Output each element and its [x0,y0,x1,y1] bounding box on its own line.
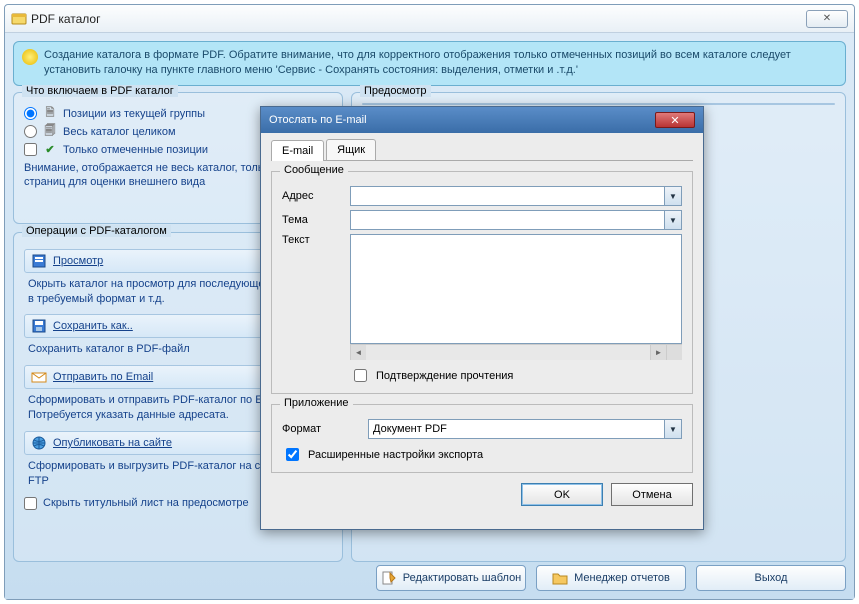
message-groupbox: Сообщение Адрес ▼ Тема ▼ Текст ◄► [271,171,693,394]
email-dialog-title-blur [375,114,424,126]
email-dialog-title: Отослать по E-mail [269,114,367,126]
address-input[interactable] [351,187,664,205]
bottom-buttons: Редактировать шаблон Менеджер отчетов Вы… [13,565,846,591]
check-icon: ✔ [43,143,57,157]
email-dialog-titlebar: Отослать по E-mail ✕ [261,107,703,133]
format-combo[interactable]: ▼ [368,419,682,439]
dropdown-arrow-icon[interactable]: ▼ [664,420,681,438]
ext-settings-label: Расширенные настройки экспорта [308,449,483,461]
edit-icon [381,570,397,586]
radio-whole-catalog-input[interactable] [24,125,37,138]
text-label: Текст [282,234,342,246]
address-label: Адрес [282,190,342,202]
radio-current-group-input[interactable] [24,107,37,120]
message-legend: Сообщение [280,164,348,176]
check-marked-only-label: Только отмеченные позиции [63,144,208,156]
globe-icon [31,435,47,451]
edit-template-label: Редактировать шаблон [403,572,522,584]
ext-settings-check[interactable]: Расширенные настройки экспорта [282,445,682,464]
message-textarea[interactable] [350,234,682,344]
op-save-label: Сохранить как.. [53,320,133,332]
save-icon [31,318,47,334]
hint-text: Создание каталога в формате PDF. Обратит… [44,48,837,79]
read-confirm-label: Подтверждение прочтения [376,370,513,382]
window-close-button[interactable]: ✕ [806,10,848,28]
op-publish-label: Опубликовать на сайте [53,437,172,449]
read-confirm-input[interactable] [354,369,367,382]
report-manager-button[interactable]: Менеджер отчетов [536,565,686,591]
read-confirm-check[interactable]: Подтверждение прочтения [350,366,682,385]
tab-email[interactable]: E-mail [271,140,324,161]
format-label: Формат [282,423,360,435]
email-dialog: Отослать по E-mail ✕ E-mail Ящик Сообщен… [260,106,704,530]
doc-icon: 🗎 [43,107,57,121]
attachment-legend: Приложение [280,397,353,409]
hide-title-label: Скрыть титульный лист на предосмотре [43,497,249,509]
preview-area: ат. Имеет иерархический [362,103,835,105]
subject-combo[interactable]: ▼ [350,210,682,230]
exit-label: Выход [755,572,788,584]
op-email-label: Отправить по Email [53,371,153,383]
dropdown-arrow-icon[interactable]: ▼ [664,211,681,229]
app-icon [11,11,27,27]
format-input[interactable] [369,420,664,438]
edit-template-button[interactable]: Редактировать шаблон [376,565,526,591]
window-title: PDF каталог [31,12,100,26]
ok-button[interactable]: OK [521,483,603,506]
email-dialog-body: E-mail Ящик Сообщение Адрес ▼ Тема ▼ Тек… [261,133,703,516]
titlebar: PDF каталог ✕ [5,5,854,33]
ext-settings-input[interactable] [286,448,299,461]
report-manager-label: Менеджер отчетов [574,572,670,584]
subject-label: Тема [282,214,342,226]
check-marked-only-input[interactable] [24,143,37,156]
view-icon [31,253,47,269]
hint-panel: Создание каталога в формате PDF. Обратит… [13,41,846,86]
address-row: Адрес ▼ [282,186,682,206]
hide-title-check-input[interactable] [24,497,37,510]
folder-icon [552,570,568,586]
dialog-buttons: OK Отмена [271,483,693,506]
bulb-icon [22,49,38,65]
format-row: Формат ▼ [282,419,682,439]
email-dialog-close-button[interactable]: ✕ [655,112,695,128]
dropdown-arrow-icon[interactable]: ▼ [664,187,681,205]
text-row: Текст ◄► [282,234,682,360]
doc-icon: 🗐 [43,125,57,139]
subject-row: Тема ▼ [282,210,682,230]
tab-mailbox[interactable]: Ящик [326,139,376,160]
mail-icon [31,369,47,385]
attachment-groupbox: Приложение Формат ▼ Расширенные настройк… [271,404,693,473]
textarea-horizontal-scrollbar[interactable]: ◄► [350,344,682,360]
exit-button[interactable]: Выход [696,565,846,591]
email-tabs: E-mail Ящик [271,139,693,161]
radio-current-group-label: Позиции из текущей группы [63,108,205,120]
op-view-label: Просмотр [53,255,103,267]
address-combo[interactable]: ▼ [350,186,682,206]
subject-input[interactable] [351,211,664,229]
include-legend: Что включаем в PDF каталог [22,85,178,97]
radio-whole-catalog-label: Весь каталог целиком [63,126,176,138]
ops-legend: Операции с PDF-каталогом [22,225,171,237]
preview-legend: Предосмотр [360,85,431,97]
cancel-button[interactable]: Отмена [611,483,693,506]
